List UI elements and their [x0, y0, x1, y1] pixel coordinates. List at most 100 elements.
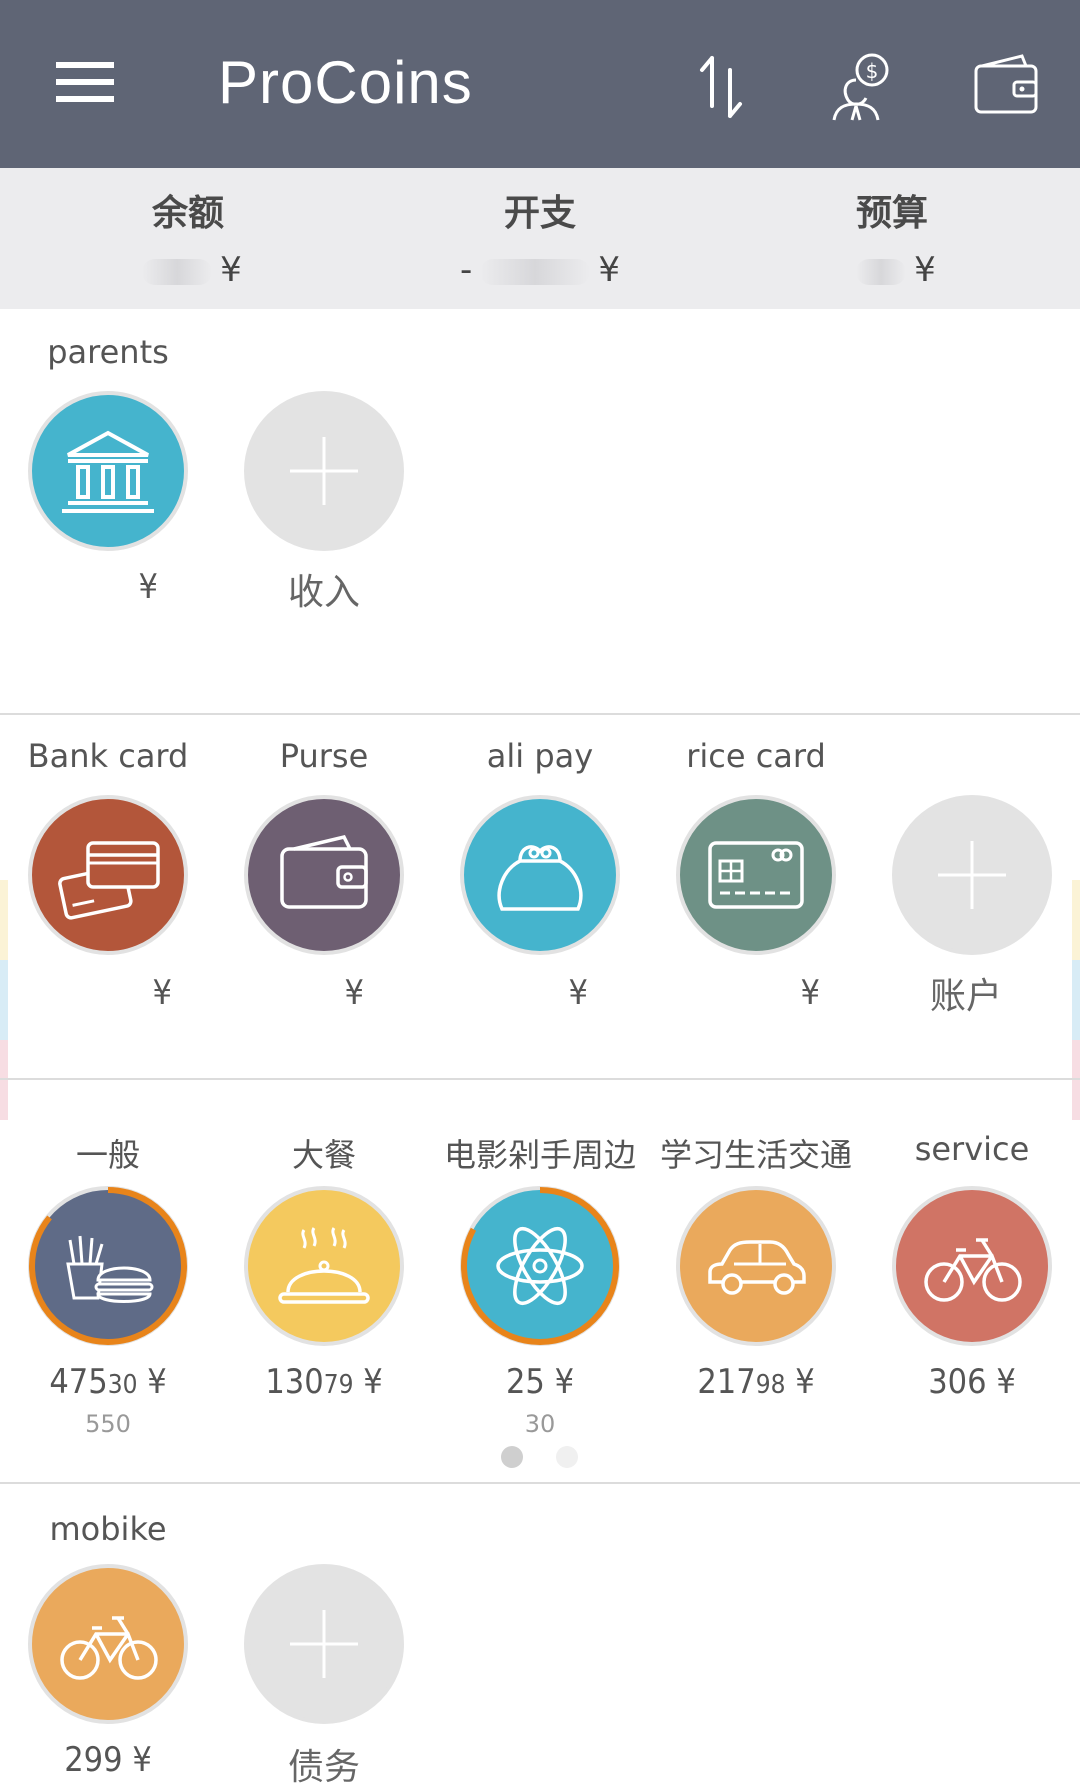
summary-bar: 余额 ¥ 开支 - ¥ 预算 ¥: [0, 168, 1080, 309]
income-item-currency: ¥: [138, 567, 158, 607]
income-item-amount: ¥: [8, 567, 208, 607]
income-item-circle: [28, 391, 188, 551]
expense-item-label: 大餐: [291, 1136, 356, 1174]
card-chip-icon: [708, 841, 804, 909]
accounts-section: Bank card ¥ Purse ¥ ali pay ¥ rice card …: [0, 715, 1080, 1078]
expense-label: 开支: [503, 193, 576, 234]
add-account-label: 账户: [929, 976, 1002, 1017]
expense-item-label: 学习生活交通: [659, 1136, 852, 1174]
expense-currency: ¥: [363, 1362, 383, 1402]
balance-hidden-amount: [142, 258, 213, 285]
balance-summary[interactable]: 余额 ¥: [8, 168, 368, 309]
menu-icon[interactable]: [56, 62, 114, 102]
expense-sign: -: [460, 250, 473, 290]
debt-currency: ¥: [132, 1740, 152, 1780]
budget-hidden-amount: [856, 258, 907, 285]
expense-currency: ¥: [554, 1362, 575, 1402]
expense-currency: ¥: [996, 1362, 1016, 1402]
car-icon: [708, 1240, 806, 1295]
income-item-label: parents: [47, 333, 169, 371]
expense-item-label: 一般: [75, 1136, 140, 1174]
budget-currency: ¥: [914, 250, 936, 290]
account-item-currency: ¥: [800, 973, 820, 1013]
money-person-icon[interactable]: $: [826, 50, 898, 122]
budget-label: 预算: [855, 193, 928, 234]
expense-item-label: service: [914, 1130, 1030, 1168]
expense-amount-main: 25: [505, 1362, 545, 1402]
cloche-icon: [278, 1227, 370, 1304]
plus-icon: [290, 437, 358, 505]
account-item-amount: ¥: [656, 973, 856, 1013]
account-item-circle: [676, 795, 836, 955]
account-item-currency: ¥: [152, 973, 172, 1013]
expense-item-label: 电影剁手周边: [443, 1136, 636, 1174]
credit-cards-icon: [58, 841, 160, 920]
debt-item-amount: 299 ¥: [8, 1740, 208, 1780]
expense-item-circle: [244, 1186, 404, 1346]
expense-budget-ring: [29, 1187, 187, 1345]
balance-currency: ¥: [220, 250, 242, 290]
expense-summary[interactable]: 开支 - ¥: [360, 168, 720, 309]
expense-item-circle: [892, 1186, 1052, 1346]
account-item-label: rice card: [686, 737, 826, 775]
plus-icon: [938, 841, 1006, 909]
account-item-circle: [28, 795, 188, 955]
expense-item-amount: 25 ¥: [440, 1362, 640, 1402]
expense-item-amount: 47530 ¥: [8, 1362, 208, 1402]
expense-budget-ring: [461, 1187, 619, 1345]
account-item-amount: ¥: [224, 973, 424, 1013]
wallet-icon: [280, 834, 368, 909]
expense-item-amount: 306 ¥: [872, 1362, 1072, 1402]
account-item-circle: [244, 795, 404, 955]
expense-amount-main: 475: [49, 1362, 108, 1402]
debt-item-label: mobike: [49, 1510, 167, 1548]
account-item-label: ali pay: [486, 737, 594, 775]
debt-item-circle: [28, 1564, 188, 1724]
account-item-amount: ¥: [440, 973, 640, 1013]
page-indicator-dot[interactable]: [556, 1446, 578, 1468]
balance-value: ¥: [8, 250, 368, 290]
budget-value: ¥: [712, 250, 1072, 290]
account-item-label: Purse: [279, 737, 369, 775]
svg-text:$: $: [866, 59, 879, 83]
expense-item-circle: [676, 1186, 836, 1346]
expense-item-amount: 13079 ¥: [224, 1362, 424, 1402]
account-item-currency: ¥: [344, 973, 364, 1013]
expense-amount-decimal: 98: [755, 1370, 786, 1400]
expense-amount-decimal: 30: [107, 1370, 138, 1400]
expense-hidden-amount: [480, 258, 591, 285]
expenses-section: 一般 47530 ¥ 550 大餐 13079 ¥ 电影剁手周边 25 ¥ 30…: [0, 1080, 1080, 1482]
wallet-icon[interactable]: [970, 50, 1042, 122]
add-account-circle: [892, 795, 1052, 955]
bicycle-icon: [924, 1238, 1022, 1302]
add-debt-label: 债务: [287, 1747, 360, 1788]
add-income-circle: [244, 391, 404, 551]
expense-currency: ¥: [147, 1362, 167, 1402]
bank-icon: [62, 430, 154, 513]
app-title: ProCoins: [218, 49, 473, 116]
debts-section: mobike 299 ¥ 债务: [0, 1484, 1080, 1792]
income-section: parents ¥ 收入: [0, 309, 1080, 714]
add-income-label: 收入: [287, 572, 360, 613]
page-indicator-dot-active[interactable]: [501, 1446, 523, 1468]
debt-amount-main: 299: [64, 1740, 123, 1780]
account-item-currency: ¥: [568, 973, 588, 1013]
expense-amount-main: 130: [265, 1362, 324, 1402]
expense-value: - ¥: [360, 250, 720, 290]
account-item-circle: [460, 795, 620, 955]
expense-budget-value: 30: [524, 1410, 556, 1438]
expense-amount-main: 217: [697, 1362, 756, 1402]
balance-label: 余额: [151, 193, 224, 234]
expense-item-amount: 21798 ¥: [656, 1362, 856, 1402]
transfer-icon[interactable]: [686, 50, 758, 122]
coin-purse-icon: [497, 845, 583, 911]
expense-budget-value: 550: [85, 1410, 131, 1438]
expense-amount-main: 306: [928, 1362, 987, 1402]
app-bar: ProCoins $: [0, 0, 1080, 168]
budget-summary[interactable]: 预算 ¥: [712, 168, 1072, 309]
add-debt-circle: [244, 1564, 404, 1724]
expense-currency: ¥: [598, 250, 620, 290]
account-item-amount: ¥: [8, 973, 208, 1013]
plus-icon: [290, 1610, 358, 1678]
expense-amount-decimal: 79: [323, 1370, 354, 1400]
